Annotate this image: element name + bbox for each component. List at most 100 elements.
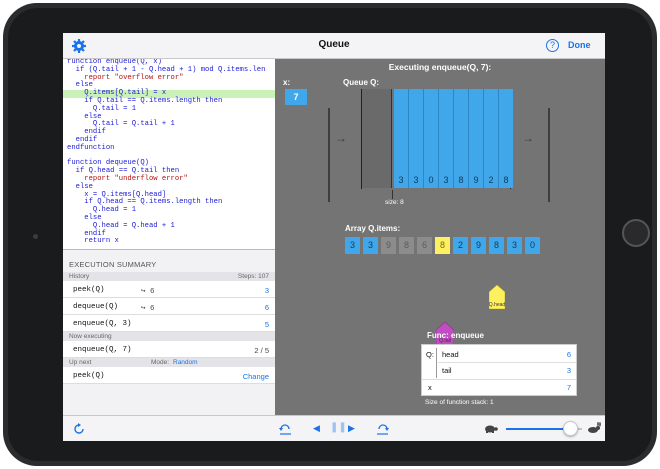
queue-cell: 3 bbox=[408, 89, 423, 188]
visualization-panel: Executing enqueue(Q, 7): x: 7 Queue Q: →… bbox=[275, 59, 605, 415]
array-cell: 6 bbox=[417, 237, 432, 254]
play-icon[interactable]: ▶ bbox=[348, 423, 355, 434]
history-return: ↪ 6 bbox=[141, 305, 155, 313]
code-line: report "underflow error" bbox=[67, 174, 188, 183]
func-x-label: x bbox=[428, 383, 432, 392]
pause-icon[interactable]: ❚❚ bbox=[330, 422, 347, 433]
now-executing-label: Now executing bbox=[69, 333, 112, 340]
queue-label: Queue Q: bbox=[343, 78, 380, 87]
queue-back-slot bbox=[362, 89, 392, 188]
queue-cell: 2 bbox=[483, 89, 498, 188]
array-cell: 8 bbox=[435, 237, 450, 254]
queue-cell-value: 3 bbox=[443, 175, 449, 185]
now-executing-section-header: Now executing bbox=[63, 332, 275, 341]
history-section-header: History Steps: 107 bbox=[63, 272, 275, 281]
code-line: return x bbox=[67, 237, 119, 246]
array-cell: 8 bbox=[399, 237, 414, 254]
queue-cell-value: 0 bbox=[428, 175, 434, 185]
func-q-bracket bbox=[436, 348, 437, 378]
head-pointer-label: Q.head bbox=[488, 302, 506, 308]
function-frame: Q: head 6 tail 3 x 7 bbox=[421, 344, 577, 396]
array-cell: 3 bbox=[345, 237, 360, 254]
x-label: x: bbox=[283, 78, 291, 87]
function-frame-title: Func: enqueue bbox=[427, 331, 484, 340]
mode-value[interactable]: Random bbox=[173, 359, 198, 366]
up-next-row: peek(Q) Change bbox=[63, 367, 275, 384]
home-button[interactable] bbox=[622, 219, 650, 247]
history-row[interactable]: dequeue(Q) ↪ 6 6 bbox=[63, 298, 275, 315]
queue-cell: 8 bbox=[498, 89, 513, 188]
func-head-value: 6 bbox=[566, 350, 571, 359]
history-return: ↪ 6 bbox=[141, 288, 155, 296]
code-line: report "overflow error" bbox=[67, 73, 184, 82]
execution-summary: EXECUTION SUMMARY History Steps: 107 pee… bbox=[63, 249, 275, 415]
queue-container: 33038928 bbox=[361, 89, 513, 189]
executing-title: Executing enqueue(Q, 7): bbox=[388, 62, 492, 72]
queue-cell-value: 2 bbox=[488, 175, 494, 185]
history-call: dequeue(Q) bbox=[73, 303, 119, 311]
queue-cell: 0 bbox=[423, 89, 438, 188]
up-next-label: Up next bbox=[69, 359, 92, 366]
queue-cell: 9 bbox=[468, 89, 483, 188]
now-executing-steps: 2 / 5 bbox=[254, 346, 269, 355]
history-steps: 5 bbox=[264, 320, 269, 329]
rabbit-icon bbox=[588, 422, 601, 433]
speed-slider-knob[interactable] bbox=[563, 421, 578, 436]
history-row[interactable]: enqueue(Q, 3) 5 bbox=[63, 315, 275, 332]
array-cell: 8 bbox=[489, 237, 504, 254]
queue-cell: 3 bbox=[438, 89, 453, 188]
function-stack-size: Size of function stack: 1 bbox=[425, 399, 494, 406]
step-back-icon[interactable] bbox=[279, 424, 292, 435]
func-tail-label: tail bbox=[442, 366, 452, 375]
queue-right-wall bbox=[548, 108, 550, 202]
x-value-box: 7 bbox=[285, 89, 307, 105]
func-tail-value: 3 bbox=[566, 366, 571, 375]
page-title: Queue bbox=[318, 39, 350, 50]
queue-cell-value: 3 bbox=[413, 175, 419, 185]
help-icon[interactable]: ? bbox=[546, 39, 559, 52]
history-steps: 6 bbox=[264, 303, 269, 312]
step-forward-icon[interactable] bbox=[376, 424, 389, 435]
steps-count: Steps: 107 bbox=[237, 273, 269, 280]
array-cell: 2 bbox=[453, 237, 468, 254]
up-next-call: peek(Q) bbox=[73, 372, 105, 380]
queue-cell-value: 8 bbox=[503, 175, 509, 185]
up-next-section-header: Up next Mode: Random bbox=[63, 358, 275, 367]
done-button[interactable]: Done bbox=[568, 40, 591, 50]
history-steps: 3 bbox=[264, 286, 269, 295]
change-button[interactable]: Change bbox=[243, 372, 269, 381]
turtle-icon bbox=[485, 425, 498, 433]
queue-cell-value: 9 bbox=[473, 175, 479, 185]
ipad-frame: Queue ? Done function enqueue(Q, x) if (… bbox=[3, 3, 657, 466]
array-label: Array Q.items: bbox=[345, 224, 401, 233]
array-cell: 0 bbox=[525, 237, 540, 254]
queue-left-wall bbox=[328, 108, 330, 202]
array-cell: 9 bbox=[381, 237, 396, 254]
func-x-value: 7 bbox=[566, 383, 571, 392]
queue-size-label: size: 8 bbox=[385, 199, 404, 206]
divider bbox=[422, 379, 576, 380]
arrow-right-icon: → bbox=[522, 131, 534, 145]
history-row[interactable]: peek(Q) ↪ 6 3 bbox=[63, 281, 275, 298]
code-view: function enqueue(Q, x) if (Q.tail + 1 - … bbox=[63, 59, 275, 249]
restart-icon[interactable] bbox=[73, 423, 85, 435]
history-call: peek(Q) bbox=[73, 286, 105, 294]
navigation-bar: Queue ? Done bbox=[63, 33, 605, 59]
array-cell: 9 bbox=[471, 237, 486, 254]
queue-cell: 8 bbox=[453, 89, 468, 188]
history-label: History bbox=[69, 273, 90, 280]
func-q-label: Q: bbox=[426, 350, 434, 359]
app-screen: Queue ? Done function enqueue(Q, x) if (… bbox=[63, 33, 605, 441]
mode-label: Mode: bbox=[151, 359, 170, 366]
camera bbox=[33, 234, 38, 239]
arrow-right-icon: → bbox=[335, 131, 347, 145]
queue-cell-value: 8 bbox=[458, 175, 464, 185]
queue-cell-value: 3 bbox=[398, 175, 404, 185]
left-panel: function enqueue(Q, x) if (Q.tail + 1 - … bbox=[63, 59, 275, 415]
rewind-icon[interactable]: ◀ bbox=[313, 423, 320, 434]
history-call: enqueue(Q, 3) bbox=[73, 320, 132, 328]
bottom-toolbar: ◀ ❚❚ ▶ bbox=[63, 415, 605, 441]
func-head-label: head bbox=[442, 350, 459, 359]
code-line: endfunction bbox=[67, 143, 115, 152]
now-executing-row: enqueue(Q, 7) 2 / 5 bbox=[63, 341, 275, 358]
